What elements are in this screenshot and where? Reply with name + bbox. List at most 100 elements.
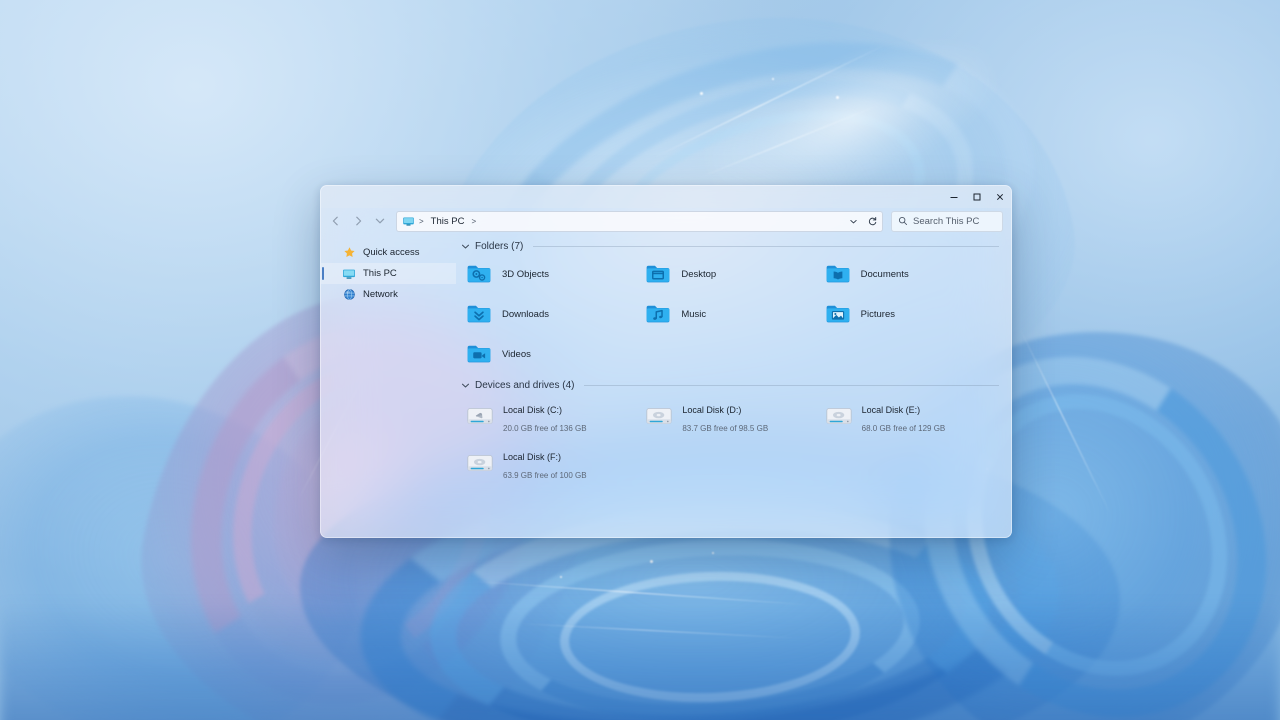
folder-item-3d-objects[interactable]: 3D Objects [461, 257, 640, 291]
folder-item-documents[interactable]: Documents [820, 257, 999, 291]
drive-icon [824, 401, 854, 431]
sidebar-item-network[interactable]: Network [321, 284, 456, 305]
up-button[interactable] [370, 211, 390, 231]
file-explorer-window: > This PC > [320, 185, 1012, 538]
search-box[interactable]: Search This PC [891, 211, 1003, 232]
address-bar[interactable]: > This PC > [396, 211, 883, 232]
close-button[interactable] [988, 186, 1011, 208]
folder-documents-icon [824, 260, 852, 288]
drive-capacity-text: 68.0 GB free of 129 GB [862, 424, 946, 433]
content-pane: Folders (7) [456, 234, 1011, 537]
folder-label: Pictures [861, 309, 895, 320]
folder-desktop-icon [644, 260, 672, 288]
drive-info: Local Disk (D:) 83.7 GB free of 98.5 GB [682, 399, 815, 436]
navigation-pane: Quick access This PC [321, 234, 456, 537]
folder-music-icon [644, 300, 672, 328]
minimize-button[interactable] [942, 186, 965, 208]
folder-downloads-icon [465, 300, 493, 328]
search-input[interactable]: Search This PC [913, 216, 979, 227]
breadcrumb-item-this-pc[interactable]: This PC [428, 215, 468, 228]
drive-name: Local Disk (E:) [862, 405, 921, 415]
chevron-down-icon[interactable] [461, 242, 470, 251]
drive-item-d[interactable]: Local Disk (D:) 83.7 GB free of 98.5 GB [640, 396, 819, 439]
wallpaper-filament-5 [1018, 326, 1112, 516]
folders-group-header[interactable]: Folders (7) [461, 241, 999, 252]
maximize-button[interactable] [965, 186, 988, 208]
wallpaper-sparkle [560, 576, 562, 578]
back-button[interactable] [326, 211, 346, 231]
drives-grid: Local Disk (C:) 20.0 GB free of 136 GB [461, 396, 999, 486]
drive-info: Local Disk (C:) 20.0 GB free of 136 GB [503, 399, 636, 436]
drive-icon [465, 448, 495, 478]
wallpaper-filament-2 [697, 103, 883, 180]
folder-label: Downloads [502, 309, 549, 320]
drive-item-e[interactable]: Local Disk (E:) 68.0 GB free of 129 GB [820, 396, 999, 439]
wallpaper-filament-3 [470, 580, 809, 606]
group-divider [584, 385, 999, 386]
drive-item-f[interactable]: Local Disk (F:) 63.9 GB free of 100 GB [461, 443, 640, 486]
sidebar-item-quick-access[interactable]: Quick access [321, 242, 456, 263]
chevron-down-icon [374, 215, 386, 227]
folder-label: Music [681, 309, 706, 320]
explorer-toolbar: > This PC > [321, 208, 1011, 234]
chevron-down-icon [849, 217, 858, 226]
star-icon [342, 246, 356, 260]
folders-group-title: Folders (7) [475, 241, 523, 252]
folder-pictures-icon [824, 300, 852, 328]
arrow-left-icon [330, 215, 342, 227]
drive-item-c[interactable]: Local Disk (C:) 20.0 GB free of 136 GB [461, 396, 640, 439]
this-pc-icon [342, 267, 356, 281]
chevron-down-icon[interactable] [461, 381, 470, 390]
sidebar-item-label: This PC [363, 268, 397, 279]
drive-name: Local Disk (D:) [682, 405, 741, 415]
drive-info: Local Disk (E:) 68.0 GB free of 129 GB [862, 399, 995, 436]
wallpaper-bottom-band [0, 600, 1280, 720]
folder-item-videos[interactable]: Videos [461, 337, 640, 371]
explorer-body: Quick access This PC [321, 234, 1011, 537]
drives-group-header[interactable]: Devices and drives (4) [461, 380, 999, 391]
drive-info: Local Disk (F:) 63.9 GB free of 100 GB [503, 446, 636, 483]
sidebar-item-label: Quick access [363, 247, 420, 258]
wallpaper-sparkle [772, 78, 774, 80]
folder-item-music[interactable]: Music [640, 297, 819, 331]
drive-name: Local Disk (F:) [503, 452, 561, 462]
breadcrumb-separator: > [418, 217, 425, 226]
sidebar-item-label: Network [363, 289, 398, 300]
window-controls [942, 186, 1011, 208]
drives-group-title: Devices and drives (4) [475, 380, 574, 391]
group-divider [533, 246, 999, 247]
folder-item-pictures[interactable]: Pictures [820, 297, 999, 331]
wallpaper-sparkle [650, 560, 653, 563]
system-drive-icon [465, 401, 495, 431]
folder-videos-icon [465, 340, 493, 368]
folder-label: Documents [861, 269, 909, 280]
search-icon [898, 216, 908, 226]
folder-item-downloads[interactable]: Downloads [461, 297, 640, 331]
window-titlebar[interactable] [321, 186, 1011, 208]
network-globe-icon [342, 288, 356, 302]
drive-capacity-text: 63.9 GB free of 100 GB [503, 471, 587, 480]
desktop: > This PC > [0, 0, 1280, 720]
wallpaper-sparkle [700, 92, 703, 95]
wallpaper-sparkle [712, 552, 714, 554]
folder-item-desktop[interactable]: Desktop [640, 257, 819, 291]
drive-name: Local Disk (C:) [503, 405, 562, 415]
wallpaper-sparkle [836, 96, 839, 99]
forward-button[interactable] [348, 211, 368, 231]
sidebar-item-this-pc[interactable]: This PC [321, 263, 456, 284]
folder-3d-objects-icon [465, 260, 493, 288]
drive-capacity-text: 20.0 GB free of 136 GB [503, 424, 587, 433]
arrow-right-icon [352, 215, 364, 227]
wallpaper-filament-4 [520, 623, 800, 640]
folder-label: 3D Objects [502, 269, 549, 280]
breadcrumb-separator[interactable]: > [470, 217, 477, 226]
folder-label: Videos [502, 349, 531, 360]
folders-grid: 3D Objects Desktop [461, 257, 999, 371]
drive-capacity-text: 83.7 GB free of 98.5 GB [682, 424, 768, 433]
wallpaper-bottom-swirl-4 [558, 567, 862, 707]
this-pc-icon [402, 215, 415, 228]
wallpaper-filament-1 [653, 43, 888, 159]
previous-locations-button[interactable] [845, 213, 861, 230]
refresh-button[interactable] [864, 213, 880, 230]
folder-label: Desktop [681, 269, 716, 280]
